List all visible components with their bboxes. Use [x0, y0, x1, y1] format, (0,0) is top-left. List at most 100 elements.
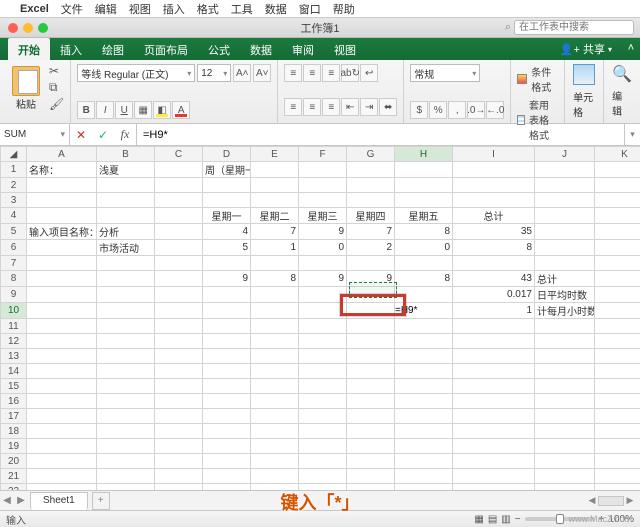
cell-J6[interactable] — [535, 240, 595, 256]
cell-E3[interactable] — [251, 193, 299, 208]
cell-A17[interactable] — [27, 409, 97, 424]
cell-F4[interactable]: 星期三 — [299, 208, 347, 224]
cell-J17[interactable] — [535, 409, 595, 424]
cell-B1[interactable]: 浅夏 — [97, 162, 155, 178]
cell-A7[interactable] — [27, 256, 97, 271]
align-center-button[interactable]: ≡ — [303, 98, 321, 116]
cell-J18[interactable] — [535, 424, 595, 439]
cell-G15[interactable] — [347, 379, 395, 394]
view-page-layout-button[interactable]: ▤ — [488, 514, 497, 525]
hscroll-right[interactable]: ▶ — [624, 495, 636, 506]
cell-G12[interactable] — [347, 334, 395, 349]
decrease-indent-button[interactable]: ⇤ — [341, 98, 359, 116]
cell-F13[interactable] — [299, 349, 347, 364]
cell-I15[interactable] — [453, 379, 535, 394]
row-header-7[interactable]: 7 — [1, 256, 27, 271]
row-header-12[interactable]: 12 — [1, 334, 27, 349]
cell-D19[interactable] — [203, 439, 251, 454]
cell-F2[interactable] — [299, 178, 347, 193]
cell-H11[interactable] — [395, 319, 453, 334]
cell-E8[interactable]: 8 — [251, 271, 299, 287]
cell-C4[interactable] — [155, 208, 203, 224]
cell-A8[interactable] — [27, 271, 97, 287]
mac-menu-view[interactable]: 视图 — [129, 1, 151, 17]
border-button[interactable]: ▦ — [134, 101, 152, 119]
cell-B21[interactable] — [97, 469, 155, 484]
cell-J4[interactable] — [535, 208, 595, 224]
cell-B4[interactable] — [97, 208, 155, 224]
cell-I8[interactable]: 43 — [453, 271, 535, 287]
wrap-text-button[interactable]: ↩ — [360, 64, 378, 82]
cell-E11[interactable] — [251, 319, 299, 334]
cell-G21[interactable] — [347, 469, 395, 484]
cell-J22[interactable] — [535, 484, 595, 491]
cell-F14[interactable] — [299, 364, 347, 379]
cell-I21[interactable] — [453, 469, 535, 484]
cell-C22[interactable] — [155, 484, 203, 491]
cell-I2[interactable] — [453, 178, 535, 193]
cell-A22[interactable] — [27, 484, 97, 491]
tab-page-layout[interactable]: 页面布局 — [134, 38, 198, 60]
editing-group[interactable]: 🔍 编辑 — [604, 60, 640, 123]
cell-K17[interactable] — [595, 409, 640, 424]
cell-D10[interactable] — [203, 303, 251, 319]
cell-F15[interactable] — [299, 379, 347, 394]
cell-A14[interactable] — [27, 364, 97, 379]
font-size-combo[interactable]: 12▾ — [197, 64, 231, 82]
format-as-table-button[interactable]: 套用表格格式 — [517, 97, 558, 142]
cell-G17[interactable] — [347, 409, 395, 424]
cell-G16[interactable] — [347, 394, 395, 409]
cell-H16[interactable] — [395, 394, 453, 409]
increase-font-button[interactable]: A˄ — [233, 64, 251, 82]
cell-G4[interactable]: 星期四 — [347, 208, 395, 224]
cell-G13[interactable] — [347, 349, 395, 364]
cell-B7[interactable] — [97, 256, 155, 271]
underline-button[interactable]: U — [115, 101, 133, 119]
cell-K7[interactable] — [595, 256, 640, 271]
cell-E4[interactable]: 星期二 — [251, 208, 299, 224]
cell-J1[interactable] — [535, 162, 595, 178]
cell-J11[interactable] — [535, 319, 595, 334]
cell-I6[interactable]: 8 — [453, 240, 535, 256]
row-header-15[interactable]: 15 — [1, 379, 27, 394]
mac-menu-data[interactable]: 数据 — [265, 1, 287, 17]
cell-K20[interactable] — [595, 454, 640, 469]
cell-C9[interactable] — [155, 287, 203, 303]
cell-I7[interactable] — [453, 256, 535, 271]
cell-B9[interactable] — [97, 287, 155, 303]
cell-C21[interactable] — [155, 469, 203, 484]
cells-group[interactable]: 单元格 — [565, 60, 604, 123]
cell-K3[interactable] — [595, 193, 640, 208]
cell-C15[interactable] — [155, 379, 203, 394]
cell-J16[interactable] — [535, 394, 595, 409]
col-header-G[interactable]: G — [347, 147, 395, 162]
cell-C11[interactable] — [155, 319, 203, 334]
cell-G11[interactable] — [347, 319, 395, 334]
cell-E17[interactable] — [251, 409, 299, 424]
add-sheet-button[interactable]: + — [92, 492, 110, 510]
cell-G22[interactable] — [347, 484, 395, 491]
cell-D11[interactable] — [203, 319, 251, 334]
cell-K6[interactable] — [595, 240, 640, 256]
cell-D21[interactable] — [203, 469, 251, 484]
mac-app-name[interactable]: Excel — [20, 3, 49, 15]
cell-E18[interactable] — [251, 424, 299, 439]
formula-bar-expand-button[interactable]: ▾ — [624, 124, 640, 145]
sheet-nav-prev[interactable]: ◀ — [3, 495, 11, 506]
align-middle-button[interactable]: ≡ — [303, 64, 321, 82]
cell-A5[interactable]: 输入项目名称： — [27, 224, 97, 240]
cell-D4[interactable]: 星期一 — [203, 208, 251, 224]
cell-G20[interactable] — [347, 454, 395, 469]
cell-B18[interactable] — [97, 424, 155, 439]
cell-C18[interactable] — [155, 424, 203, 439]
cell-C10[interactable] — [155, 303, 203, 319]
row-header-14[interactable]: 14 — [1, 364, 27, 379]
cell-F10[interactable] — [299, 303, 347, 319]
cell-H7[interactable] — [395, 256, 453, 271]
cell-D18[interactable] — [203, 424, 251, 439]
cell-D5[interactable]: 4 — [203, 224, 251, 240]
cell-J9[interactable]: 日平均时数 — [535, 287, 595, 303]
share-button[interactable]: 👤+ 共享 ▾ — [550, 38, 622, 60]
view-page-break-button[interactable]: ▥ — [501, 514, 510, 525]
cell-K1[interactable] — [595, 162, 640, 178]
